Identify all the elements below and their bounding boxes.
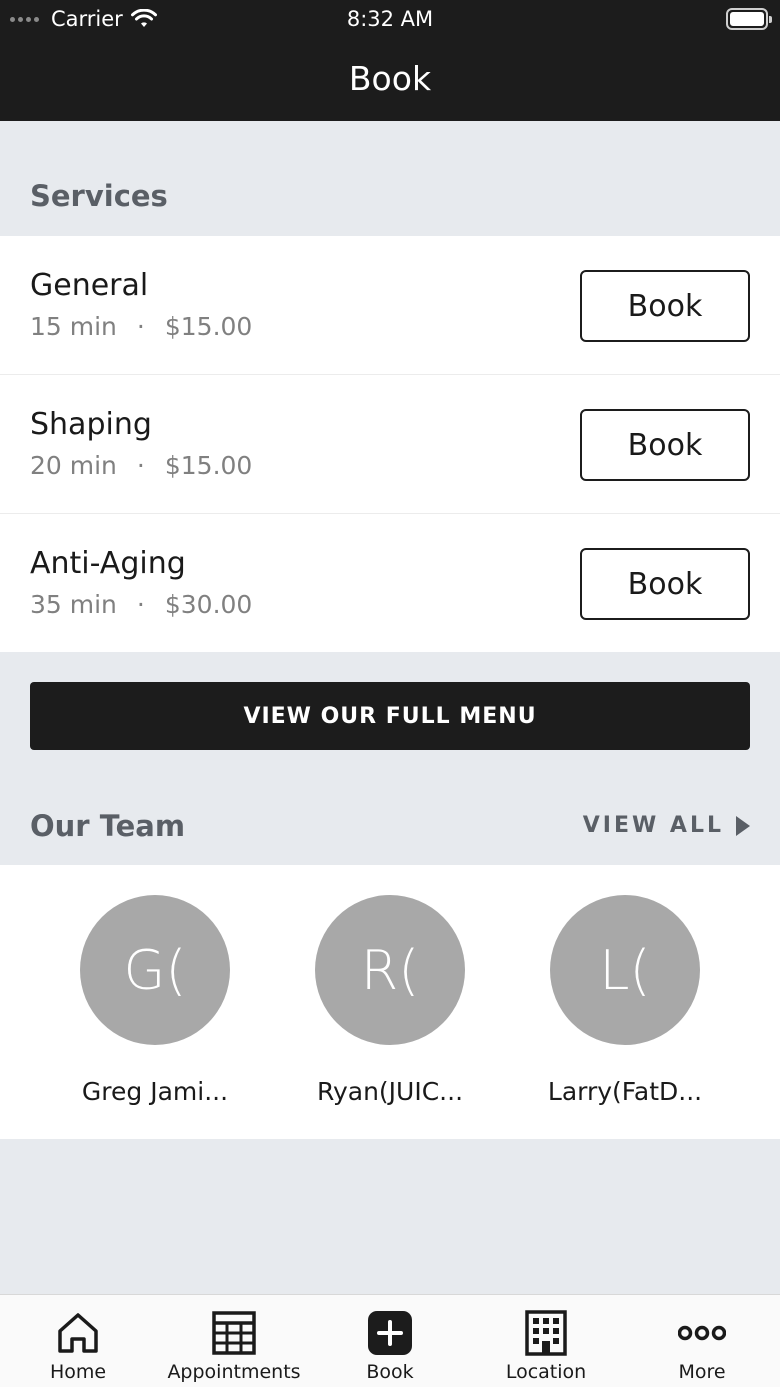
building-icon	[525, 1310, 567, 1356]
service-price: $15.00	[164, 312, 253, 341]
tab-label: Appointments	[167, 1361, 301, 1383]
member-name: Greg Jami...	[81, 1077, 229, 1106]
team-member[interactable]: G( Greg Jami...	[55, 895, 255, 1106]
status-time: 8:32 AM	[346, 7, 434, 31]
meta-separator: ·	[136, 590, 145, 619]
service-row: General 15 min · $15.00 Book	[0, 236, 780, 375]
tab-bar: Home Appointments Book Location More	[0, 1294, 780, 1387]
page-title: Book	[348, 59, 432, 98]
avatar: G(	[80, 895, 230, 1045]
view-all-label: VIEW ALL	[582, 813, 724, 838]
home-icon	[58, 1313, 98, 1353]
services-title: Services	[30, 179, 168, 213]
tab-label: Location	[505, 1361, 587, 1383]
top-bar: Carrier 8:32 AM Book	[0, 0, 780, 121]
book-anti-aging-button[interactable]: Book	[580, 548, 750, 620]
tab-location[interactable]: Location	[468, 1295, 624, 1387]
service-price: $15.00	[164, 451, 253, 480]
tab-more[interactable]: More	[624, 1295, 780, 1387]
tab-label: More	[678, 1361, 726, 1383]
team-list: G( Greg Jami... R( Ryan(JUIC... L( Larry…	[0, 865, 780, 1139]
avatar: L(	[550, 895, 700, 1045]
plus-square-icon	[368, 1311, 412, 1355]
tab-home[interactable]: Home	[0, 1295, 156, 1387]
tab-appointments[interactable]: Appointments	[156, 1295, 312, 1387]
service-row: Anti-Aging 35 min · $30.00 Book	[0, 514, 780, 652]
service-name: Anti-Aging	[30, 546, 186, 581]
member-name: Larry(FatD...	[547, 1077, 703, 1106]
team-header: Our Team VIEW ALL	[0, 786, 780, 865]
service-name: General	[30, 268, 149, 303]
calendar-grid-icon	[212, 1311, 256, 1355]
meta-separator: ·	[136, 312, 145, 341]
chevron-right-icon	[736, 815, 750, 836]
service-price: $30.00	[164, 590, 253, 619]
team-member[interactable]: R( Ryan(JUIC...	[290, 895, 490, 1106]
view-full-menu-button[interactable]: VIEW OUR FULL MENU	[30, 682, 750, 750]
services-header: Services	[0, 156, 780, 236]
service-duration: 35 min	[30, 590, 117, 619]
team-member[interactable]: L( Larry(FatD...	[525, 895, 725, 1106]
book-general-button[interactable]: Book	[580, 270, 750, 342]
tab-book[interactable]: Book	[312, 1295, 468, 1387]
service-duration: 20 min	[30, 451, 117, 480]
services-list: General 15 min · $15.00 Book Shaping 20 …	[0, 236, 780, 652]
service-meta: 15 min · $15.00	[30, 312, 252, 341]
team-title: Our Team	[30, 808, 186, 843]
service-duration: 15 min	[30, 312, 117, 341]
tab-label: Home	[49, 1361, 107, 1383]
meta-separator: ·	[136, 451, 145, 480]
service-name: Shaping	[30, 407, 152, 442]
avatar: R(	[315, 895, 465, 1045]
service-meta: 35 min · $30.00	[30, 590, 252, 619]
book-shaping-button[interactable]: Book	[580, 409, 750, 481]
service-meta: 20 min · $15.00	[30, 451, 252, 480]
service-row: Shaping 20 min · $15.00 Book	[0, 375, 780, 514]
member-name: Ryan(JUIC...	[316, 1077, 464, 1106]
more-dots-icon	[678, 1325, 726, 1341]
view-all-link[interactable]: VIEW ALL	[583, 813, 750, 838]
battery-icon	[726, 8, 772, 30]
tab-label: Book	[366, 1361, 414, 1383]
